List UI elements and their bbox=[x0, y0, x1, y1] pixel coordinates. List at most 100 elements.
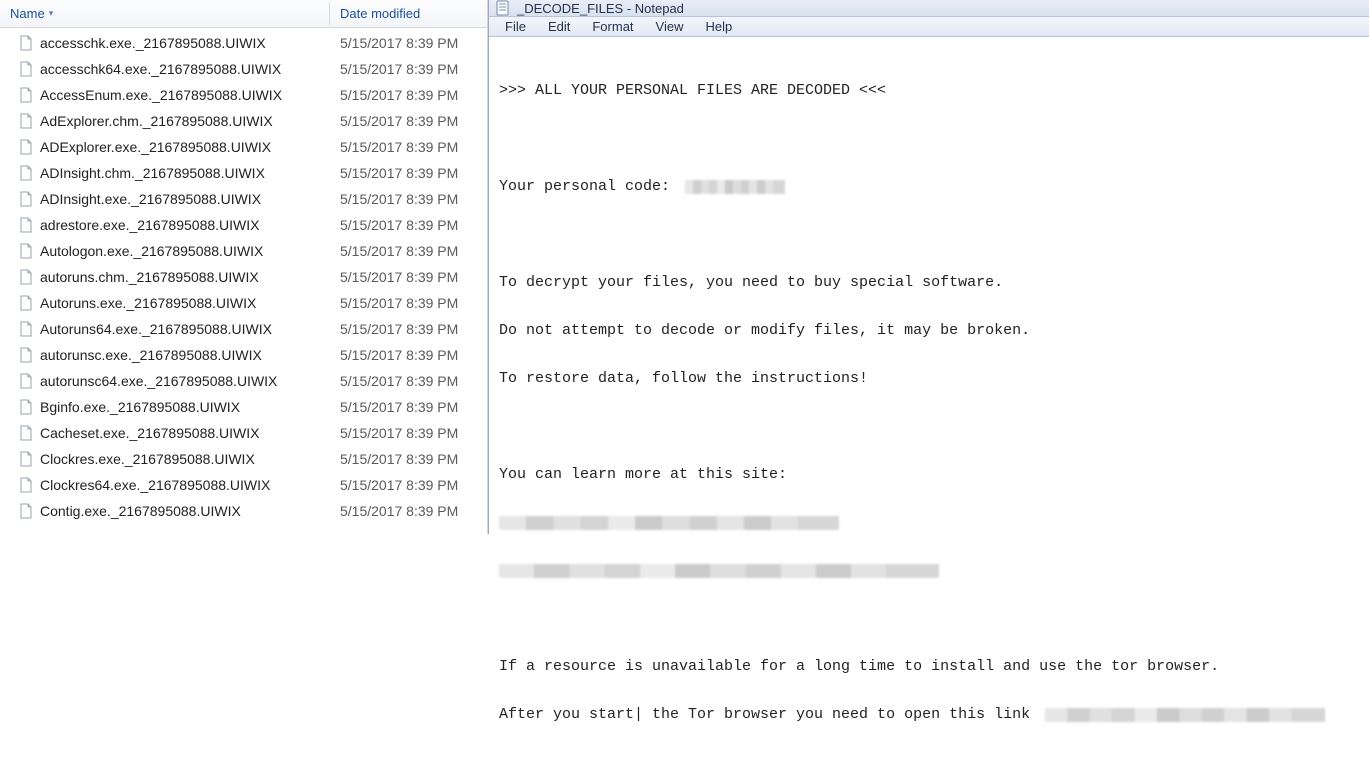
note-line: Do not attempt to decode or modify files… bbox=[499, 323, 1030, 339]
file-icon bbox=[18, 451, 34, 467]
file-icon bbox=[18, 191, 34, 207]
file-name: Clockres64.exe._2167895088.UIWIX bbox=[40, 477, 270, 493]
file-icon bbox=[18, 139, 34, 155]
file-date: 5/15/2017 8:39 PM bbox=[330, 87, 487, 103]
redacted-site-line2 bbox=[499, 564, 939, 578]
file-name-cell: Clockres64.exe._2167895088.UIWIX bbox=[0, 477, 330, 493]
file-name-cell: Bginfo.exe._2167895088.UIWIX bbox=[0, 399, 330, 415]
file-row[interactable]: accesschk64.exe._2167895088.UIWIX 5/15/20… bbox=[0, 56, 487, 82]
file-icon bbox=[18, 347, 34, 363]
file-date: 5/15/2017 8:39 PM bbox=[330, 113, 487, 129]
file-row[interactable]: adrestore.exe._2167895088.UIWIX5/15/2017… bbox=[0, 212, 487, 238]
file-date: 5/15/2017 8:39 PM bbox=[330, 347, 487, 363]
column-header-date[interactable]: Date modified bbox=[330, 2, 487, 25]
file-row[interactable]: ADExplorer.exe._2167895088.UIWIX 5/15/201… bbox=[0, 134, 487, 160]
file-name: AccessEnum.exe._2167895088.UIWIX bbox=[40, 87, 282, 103]
file-icon bbox=[18, 295, 34, 311]
file-name-cell: AdExplorer.chm._2167895088.UIWIX bbox=[0, 113, 330, 129]
file-name: Clockres.exe._2167895088.UIWIX bbox=[40, 451, 255, 467]
file-name-cell: autoruns.chm._2167895088.UIWIX bbox=[0, 269, 330, 285]
file-icon bbox=[18, 503, 34, 519]
file-date: 5/15/2017 8:39 PM bbox=[330, 477, 487, 493]
file-row[interactable]: accesschk.exe._2167895088.UIWIX5/15/2017… bbox=[0, 30, 487, 56]
note-line: To decrypt your files, you need to buy s… bbox=[499, 275, 1003, 291]
file-date: 5/15/2017 8:39 PM bbox=[330, 269, 487, 285]
file-icon bbox=[18, 217, 34, 233]
file-name-cell: autorunsc64.exe._2167895088.UIWIX bbox=[0, 373, 330, 389]
file-date: 5/15/2017 8:39 PM bbox=[330, 61, 487, 77]
file-date: 5/15/2017 8:39 PM bbox=[330, 503, 487, 519]
file-date: 5/15/2017 8:39 PM bbox=[330, 451, 487, 467]
file-row[interactable]: autorunsc64.exe._2167895088.UIWIX5/15/20… bbox=[0, 368, 487, 394]
file-row[interactable]: ADInsight.exe._2167895088.UIWIX 5/15/2017… bbox=[0, 186, 487, 212]
file-name: Autoruns.exe._2167895088.UIWIX bbox=[40, 295, 256, 311]
redacted-code bbox=[685, 180, 785, 194]
file-name: autoruns.chm._2167895088.UIWIX bbox=[40, 269, 259, 285]
file-row[interactable]: AccessEnum.exe._2167895088.UIWIX 5/15/201… bbox=[0, 82, 487, 108]
file-date: 5/15/2017 8:39 PM bbox=[330, 165, 487, 181]
menu-help[interactable]: Help bbox=[695, 17, 742, 36]
file-name: Contig.exe._2167895088.UIWIX bbox=[40, 503, 241, 519]
file-row[interactable]: Autologon.exe._2167895088.UIWIX5/15/2017… bbox=[0, 238, 487, 264]
file-row[interactable]: autorunsc.exe._2167895088.UIWIX 5/15/2017… bbox=[0, 342, 487, 368]
redacted-link bbox=[1045, 708, 1325, 722]
file-name-cell: Clockres.exe._2167895088.UIWIX bbox=[0, 451, 330, 467]
notepad-window: _DECODE_FILES - Notepad FileEditFormatVi… bbox=[488, 0, 1369, 534]
file-icon bbox=[18, 425, 34, 441]
file-row[interactable]: Autoruns64.exe._2167895088.UIWIX 5/15/201… bbox=[0, 316, 487, 342]
notepad-menubar: FileEditFormatViewHelp bbox=[489, 17, 1369, 37]
notepad-content[interactable]: >>> ALL YOUR PERSONAL FILES ARE DECODED … bbox=[489, 37, 1369, 769]
file-row[interactable]: Clockres64.exe._2167895088.UIWIX 5/15/201… bbox=[0, 472, 487, 498]
notepad-app-icon bbox=[495, 0, 511, 16]
file-date: 5/15/2017 8:39 PM bbox=[330, 425, 487, 441]
file-name: accesschk64.exe._2167895088.UIWIX bbox=[40, 61, 281, 77]
file-name-cell: AccessEnum.exe._2167895088.UIWIX bbox=[0, 87, 330, 103]
file-date: 5/15/2017 8:39 PM bbox=[330, 139, 487, 155]
file-row[interactable]: Autoruns.exe._2167895088.UIWIX 5/15/2017 … bbox=[0, 290, 487, 316]
file-name: Bginfo.exe._2167895088.UIWIX bbox=[40, 399, 240, 415]
file-date: 5/15/2017 8:39 PM bbox=[330, 191, 487, 207]
file-row[interactable]: AdExplorer.chm._2167895088.UIWIX5/15/201… bbox=[0, 108, 487, 134]
file-row[interactable]: Contig.exe._2167895088.UIWIX 5/15/2017 8:… bbox=[0, 498, 487, 524]
file-name-cell: autorunsc.exe._2167895088.UIWIX bbox=[0, 347, 330, 363]
note-line: If a resource is unavailable for a long … bbox=[499, 659, 1219, 675]
note-line: You can learn more at this site: bbox=[499, 467, 787, 483]
sort-caret-icon: ▾ bbox=[49, 8, 54, 19]
explorer-panel: Name ▾ Date modified accesschk.exe._2167… bbox=[0, 0, 488, 534]
file-row[interactable]: Bginfo.exe._2167895088.UIWIX5/15/2017 8:… bbox=[0, 394, 487, 420]
menu-file[interactable]: File bbox=[495, 17, 536, 36]
redacted-site-line1 bbox=[499, 516, 839, 530]
column-header-name[interactable]: Name ▾ bbox=[0, 2, 330, 25]
file-name: ADInsight.chm._2167895088.UIWIX bbox=[40, 165, 265, 181]
menu-edit[interactable]: Edit bbox=[538, 17, 580, 36]
file-icon bbox=[18, 243, 34, 259]
file-name-cell: Cacheset.exe._2167895088.UIWIX bbox=[0, 425, 330, 441]
file-name: autorunsc.exe._2167895088.UIWIX bbox=[40, 347, 262, 363]
note-line: Your personal code: bbox=[499, 179, 679, 195]
file-name-cell: Contig.exe._2167895088.UIWIX bbox=[0, 503, 330, 519]
notepad-titlebar[interactable]: _DECODE_FILES - Notepad bbox=[489, 0, 1369, 17]
file-name: ADExplorer.exe._2167895088.UIWIX bbox=[40, 139, 271, 155]
menu-view[interactable]: View bbox=[646, 17, 694, 36]
file-date: 5/15/2017 8:39 PM bbox=[330, 35, 487, 51]
file-row[interactable]: autoruns.chm._2167895088.UIWIX 5/15/2017 … bbox=[0, 264, 487, 290]
file-name: Autoruns64.exe._2167895088.UIWIX bbox=[40, 321, 272, 337]
note-line: >>> ALL YOUR PERSONAL FILES ARE DECODED … bbox=[499, 83, 886, 99]
file-icon bbox=[18, 399, 34, 415]
file-icon bbox=[18, 113, 34, 129]
explorer-column-header: Name ▾ Date modified bbox=[0, 0, 487, 28]
column-header-name-label: Name bbox=[10, 6, 45, 21]
file-date: 5/15/2017 8:39 PM bbox=[330, 295, 487, 311]
note-line: After you start| the Tor browser you nee… bbox=[499, 707, 1039, 723]
file-row[interactable]: Clockres.exe._2167895088.UIWIX 5/15/2017 … bbox=[0, 446, 487, 472]
file-row[interactable]: ADInsight.chm._2167895088.UIWIX 5/15/2017… bbox=[0, 160, 487, 186]
file-row[interactable]: Cacheset.exe._2167895088.UIWIX5/15/2017 … bbox=[0, 420, 487, 446]
file-name-cell: Autologon.exe._2167895088.UIWIX bbox=[0, 243, 330, 259]
file-name-cell: ADInsight.chm._2167895088.UIWIX bbox=[0, 165, 330, 181]
column-header-date-label: Date modified bbox=[340, 6, 420, 21]
menu-format[interactable]: Format bbox=[582, 17, 643, 36]
file-name: ADInsight.exe._2167895088.UIWIX bbox=[40, 191, 261, 207]
file-date: 5/15/2017 8:39 PM bbox=[330, 321, 487, 337]
file-name-cell: ADExplorer.exe._2167895088.UIWIX bbox=[0, 139, 330, 155]
file-list: accesschk.exe._2167895088.UIWIX5/15/2017… bbox=[0, 28, 487, 534]
